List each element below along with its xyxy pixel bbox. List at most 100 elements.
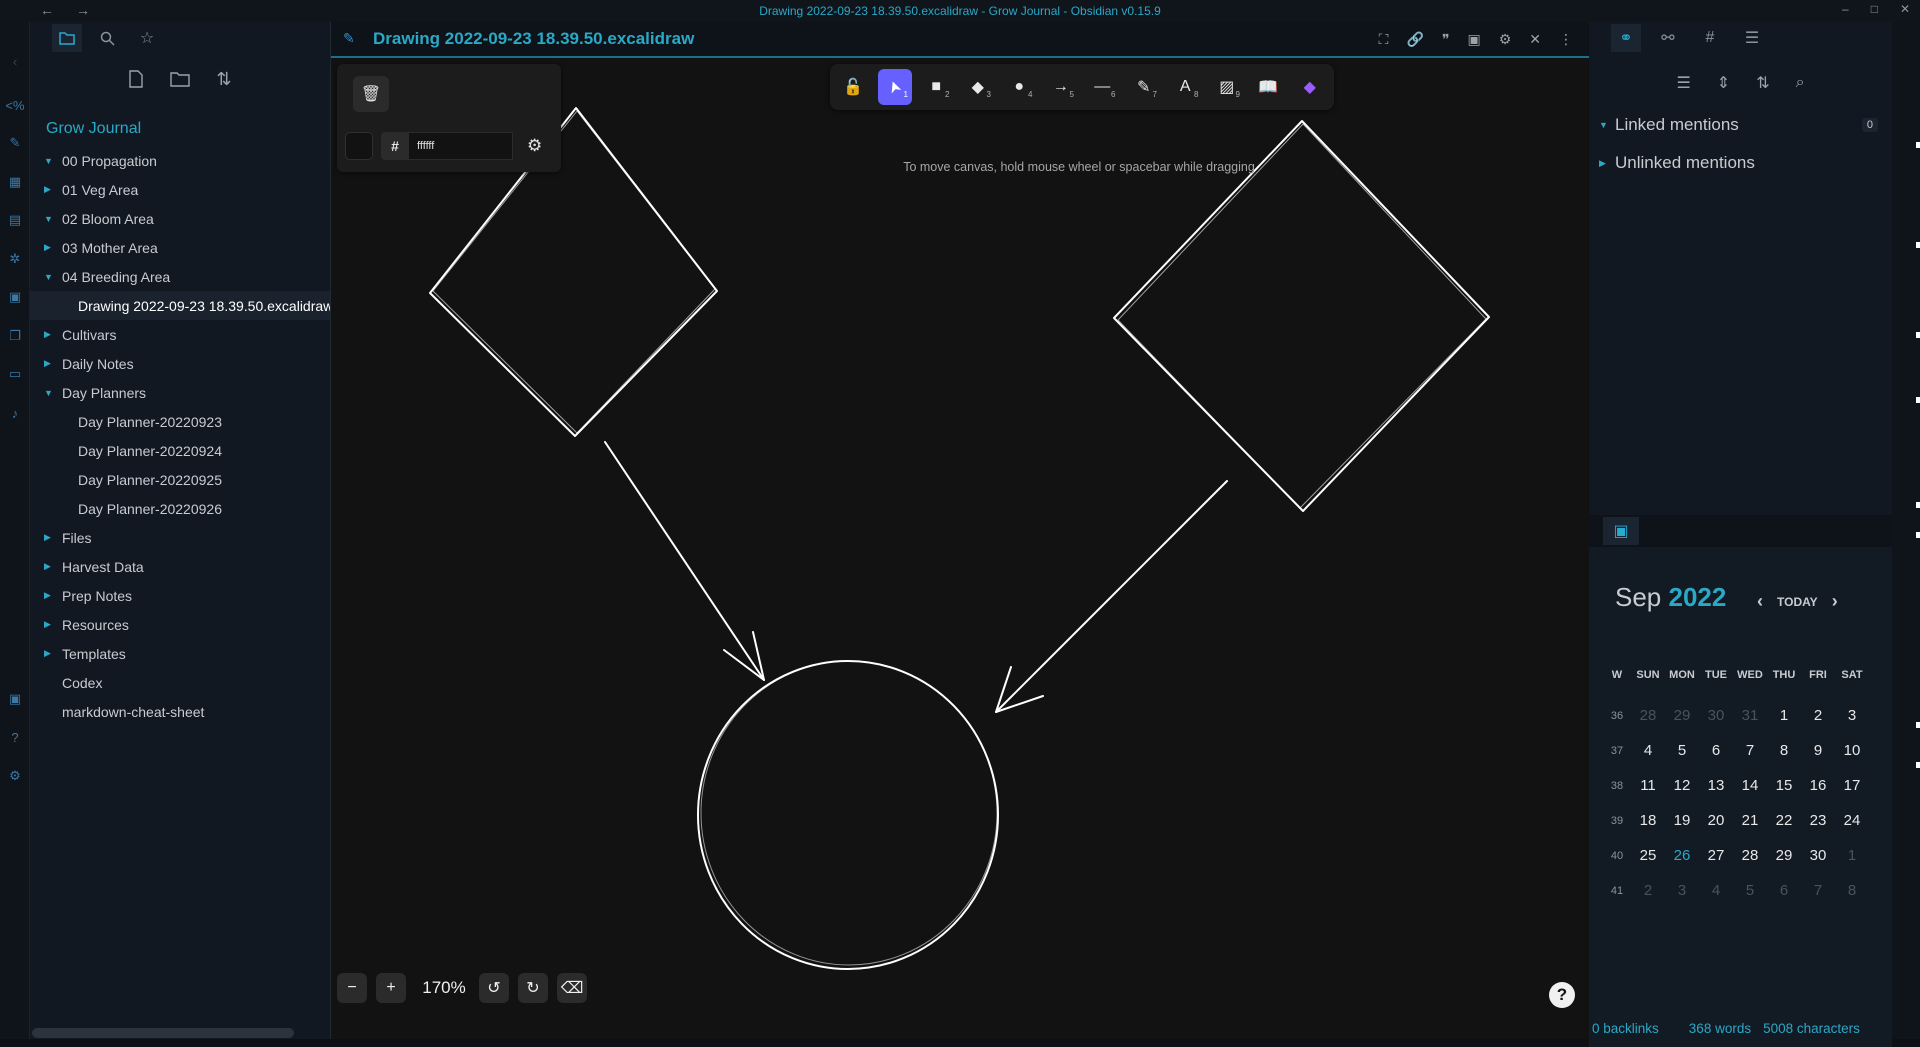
calendar-day[interactable]: 2 — [1801, 707, 1835, 724]
folder-item[interactable]: ▶ 01 Veg Area — [30, 175, 330, 204]
help-button[interactable]: ? — [1549, 982, 1575, 1008]
calendar-day[interactable]: 30 — [1699, 707, 1733, 724]
text-tool[interactable]: A8 — [1168, 69, 1203, 105]
ellipse-tool[interactable]: ● 4 — [1002, 69, 1037, 105]
note-icon[interactable]: ▤ — [6, 211, 24, 229]
today-button[interactable]: TODAY — [1777, 595, 1818, 609]
new-note-icon[interactable] — [128, 70, 144, 88]
calendar-day[interactable]: 18 — [1631, 812, 1665, 829]
tags-tab[interactable]: # — [1695, 24, 1725, 52]
calendar-day[interactable]: 2 — [1631, 882, 1665, 899]
calendar-day[interactable]: 1 — [1835, 847, 1869, 864]
arrow-right[interactable] — [995, 480, 1228, 713]
folder-item[interactable]: ▼ 04 Breeding Area — [30, 262, 330, 291]
templater-icon[interactable]: <% — [5, 96, 24, 114]
expand-icon[interactable]: ⇕ — [1717, 73, 1730, 93]
close-window-icon[interactable]: ✕ — [1900, 2, 1910, 16]
calendar-day[interactable]: 29 — [1665, 707, 1699, 724]
microphone-icon[interactable]: ♪ — [6, 404, 24, 422]
collapse-left-icon[interactable]: ‹ — [6, 52, 24, 70]
folder-item[interactable]: ▶ Prep Notes — [30, 581, 330, 610]
calendar-day[interactable]: 6 — [1699, 742, 1733, 759]
next-month-icon[interactable]: › — [1832, 591, 1838, 612]
calendar-day[interactable]: 1 — [1767, 707, 1801, 724]
graph-icon[interactable]: ✲ — [6, 250, 24, 268]
calendar-day[interactable]: 28 — [1733, 847, 1767, 864]
calendar-day[interactable]: 5 — [1733, 882, 1767, 899]
folder-item[interactable]: ▼ 00 Propagation — [30, 146, 330, 175]
color-swatch[interactable] — [345, 132, 373, 160]
folder-item[interactable]: ▶ Templates — [30, 639, 330, 668]
calendar-day[interactable]: 17 — [1835, 777, 1869, 794]
drawing-canvas[interactable]: 🗑 # ⚙ 🔓➤1■2◆3●4→5—6✎7A8▨9📖◆ To move canv… — [331, 60, 1589, 1039]
more-options-icon[interactable]: ⋮ — [1559, 31, 1573, 48]
folder-item[interactable]: ▶ Harvest Data — [30, 552, 330, 581]
calendar-day[interactable]: 20 — [1699, 812, 1733, 829]
backlinks-count[interactable]: 0 backlinks — [1592, 1021, 1659, 1036]
excalidraw-pen-icon[interactable]: ✎ — [343, 30, 355, 47]
week-number[interactable]: 41 — [1603, 885, 1631, 897]
folder-item[interactable]: ▶ Files — [30, 523, 330, 552]
files-tab[interactable] — [52, 24, 82, 52]
calendar-day[interactable]: 30 — [1801, 847, 1835, 864]
calendar-day[interactable]: 21 — [1733, 812, 1767, 829]
close-tab-icon[interactable]: ✕ — [1529, 31, 1541, 48]
zoom-level[interactable]: 170% — [415, 973, 473, 1003]
slides-icon[interactable]: ▭ — [6, 365, 24, 383]
forward-arrow-icon[interactable]: → — [76, 2, 90, 18]
calendar-day[interactable]: 11 — [1631, 777, 1665, 794]
maximize-icon[interactable]: □ — [1871, 2, 1878, 16]
calendar-day[interactable]: 23 — [1801, 812, 1835, 829]
link-icon[interactable]: 🔗 — [1406, 31, 1423, 48]
folder-item[interactable]: ▶ Cultivars — [30, 320, 330, 349]
prev-month-icon[interactable]: ‹ — [1757, 591, 1763, 612]
folder-item[interactable]: ▼ 02 Bloom Area — [30, 204, 330, 233]
calendar-day[interactable]: 12 — [1665, 777, 1699, 794]
calendar-day[interactable]: 16 — [1801, 777, 1835, 794]
arrow-tool[interactable]: → 5 — [1044, 69, 1079, 105]
folder-item[interactable]: ▶ Daily Notes — [30, 349, 330, 378]
rectangle-tool[interactable]: ■ 2 — [919, 69, 954, 105]
image-tool[interactable]: ▨ 9 — [1210, 69, 1245, 105]
calendar-day[interactable]: 6 — [1767, 882, 1801, 899]
calendar-day[interactable]: 24 — [1835, 812, 1869, 829]
hex-input[interactable] — [409, 132, 513, 160]
file-item[interactable]: Day Planner-20220925 — [30, 465, 330, 494]
scripts-icon[interactable]: ⚙ — [1499, 31, 1512, 48]
circle-shape[interactable] — [697, 660, 999, 970]
calendar-day[interactable]: 5 — [1665, 742, 1699, 759]
calendar-day[interactable]: 26 — [1665, 847, 1699, 864]
redo-button[interactable]: ↻ — [518, 973, 548, 1003]
table-icon[interactable]: ▦ — [6, 173, 24, 191]
settings-gear-icon[interactable]: ⚙ — [6, 767, 24, 785]
daily-note-icon[interactable]: ▣ — [6, 288, 24, 306]
outline-tab[interactable]: ☰ — [1737, 24, 1767, 52]
week-number[interactable]: 39 — [1603, 815, 1631, 827]
calendar-tab[interactable]: ▣ — [1603, 517, 1639, 545]
calendar-day[interactable]: 7 — [1801, 882, 1835, 899]
zoom-out-button[interactable]: − — [337, 973, 367, 1003]
vault-icon[interactable]: ▣ — [6, 690, 24, 708]
calendar-day[interactable]: 15 — [1767, 777, 1801, 794]
linked-mentions[interactable]: ▼ Linked mentions 0 — [1589, 106, 1892, 144]
file-item[interactable]: Codex — [30, 668, 330, 697]
calendar-day[interactable]: 22 — [1767, 812, 1801, 829]
quote-icon[interactable]: ❞ — [1442, 31, 1450, 48]
week-number[interactable]: 36 — [1603, 710, 1631, 722]
vault-name[interactable]: Grow Journal — [30, 120, 330, 144]
copy-icon[interactable]: ❐ — [6, 327, 24, 345]
backlinks-tab[interactable]: ⚭ — [1611, 24, 1641, 52]
excalidraw-icon[interactable]: ✎ — [6, 134, 24, 152]
eraser-button[interactable]: ⌫ — [557, 973, 587, 1003]
file-item[interactable]: Day Planner-20220923 — [30, 407, 330, 436]
outgoing-links-tab[interactable]: ⚯ — [1653, 24, 1683, 52]
week-number[interactable]: 38 — [1603, 780, 1631, 792]
save-icon[interactable]: ▣ — [1467, 31, 1480, 48]
week-number[interactable]: 37 — [1603, 745, 1631, 757]
back-arrow-icon[interactable]: ← — [40, 2, 54, 18]
calendar-day[interactable]: 29 — [1767, 847, 1801, 864]
help-icon[interactable]: ? — [6, 728, 24, 746]
calendar-day[interactable]: 19 — [1665, 812, 1699, 829]
delete-button[interactable]: 🗑 — [353, 76, 389, 112]
starred-tab[interactable]: ☆ — [132, 24, 162, 52]
